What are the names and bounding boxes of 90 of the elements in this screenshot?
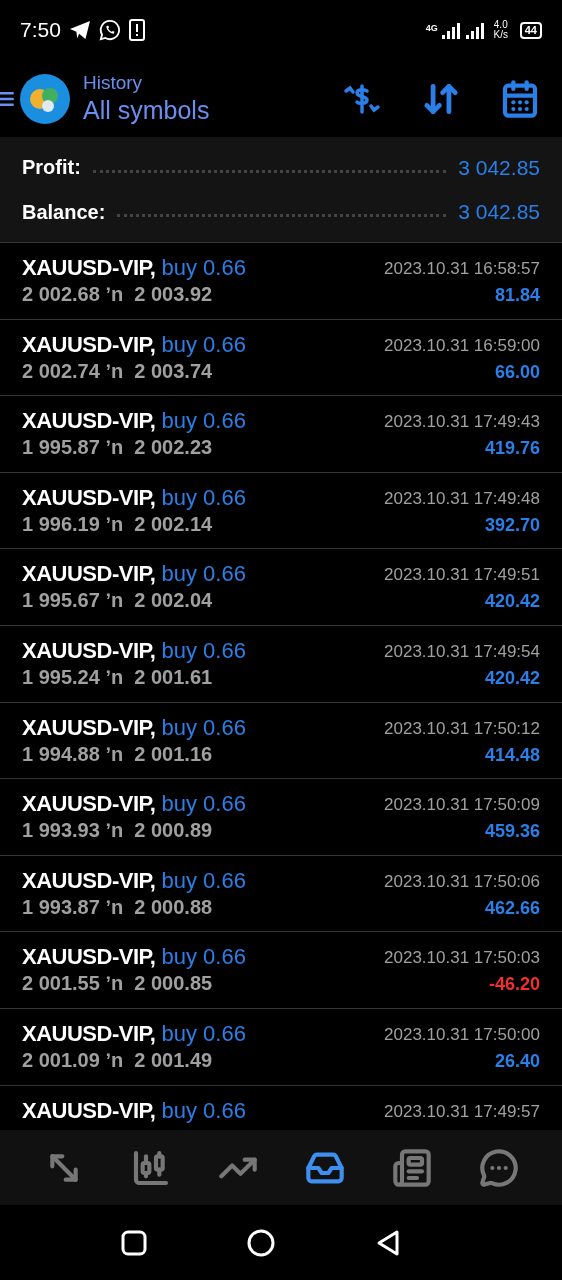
- deal-prices: 1 993.93 ʼn 2 000.89: [22, 818, 214, 844]
- calendar-icon[interactable]: [500, 78, 540, 119]
- deal-profit: 420.42: [484, 666, 540, 690]
- deal-prices: 2 002.74 ʼn 2 003.74: [22, 358, 214, 384]
- deal-row[interactable]: XAUUSD-VIP, buy 0.66 1 995.24 ʼn 2 001.61 2023.10.31 17:49:54 420.42: [0, 625, 562, 703]
- deal-time: 2023.10.31 17:49:51: [384, 564, 540, 587]
- deal-type: buy 0.66: [161, 331, 246, 358]
- deal-type: buy 0.66: [161, 944, 246, 971]
- deal-type: buy 0.66: [161, 637, 246, 664]
- deal-row[interactable]: XAUUSD-VIP, buy 0.66 1 995.87 ʼn 2 002.23 2023.10.31 17:49:43 419.76: [0, 396, 562, 473]
- deal-row[interactable]: XAUUSD-VIP, buy 0.66 1 995.67 ʼn 2 002.04 2023.10.31 17:49:51 420.42: [0, 549, 562, 626]
- deal-prices: 1 995.24 ʼn 2 001.61: [22, 664, 214, 690]
- network-speed: 4.0 K/s: [492, 20, 509, 40]
- deal-row[interactable]: XAUUSD-VIP, buy 0.66 1 994.88 ʼn 2 001.16 2023.10.31 17:50:12 414.48: [0, 702, 562, 780]
- symbol-text: XAUUSD-VIP,: [22, 561, 156, 588]
- deal-row[interactable]: XAUUSD-VIP, buy 0.66 2 002.74 ʼn 2 003.74 2023.10.31 16:59:00 66.00: [0, 319, 562, 397]
- screen-subtitle: All symbols: [83, 94, 210, 126]
- deal-row[interactable]: XAUUSD-VIP, buy 0.66 2 002.68 ʼn 2 003.92 2023.10.31 16:58:57 81.84: [0, 243, 562, 320]
- clock: 7:50: [20, 17, 61, 44]
- app-logo-icon: [20, 73, 70, 124]
- deal-prices: 1 994.88 ʼn 2 001.16: [22, 741, 214, 767]
- deal-profit: 459.36: [484, 820, 540, 844]
- deal-time: 2023.10.31 17:49:48: [384, 487, 540, 510]
- deal-type: buy 0.66: [161, 255, 246, 281]
- deal-time: 2023.10.31 16:58:57: [384, 258, 540, 280]
- back-icon[interactable]: [375, 1228, 401, 1257]
- deal-row[interactable]: XAUUSD-VIP, buy 0.66 2 001.55 ʼn 2 000.85 2023.10.31 17:50:03 -46.20: [0, 932, 562, 1009]
- deal-profit: 414.48: [484, 743, 540, 767]
- deal-profit: 419.76: [484, 437, 540, 461]
- summary-label: Profit:: [22, 155, 81, 181]
- phone-alert-icon: [128, 19, 145, 41]
- deal-time: 2023.10.31 17:50:12: [384, 717, 540, 740]
- home-icon[interactable]: [247, 1228, 275, 1257]
- deal-type: buy 0.66: [161, 1020, 246, 1047]
- deal-time: 2023.10.31 17:50:09: [384, 794, 540, 817]
- symbol-text: XAUUSD-VIP,: [22, 408, 156, 435]
- deal-prices: 1 995.87 ʼn 2 002.23: [22, 435, 214, 461]
- deal-prices: 2 001.09 ʼn 2 001.49: [22, 1047, 214, 1073]
- deal-time: 2023.10.31 17:49:54: [384, 640, 540, 663]
- deal-time: 2023.10.31 17:50:06: [384, 870, 540, 893]
- symbol-text: XAUUSD-VIP,: [22, 1020, 156, 1047]
- battery-indicator: 44: [519, 21, 542, 39]
- symbol-text: XAUUSD-VIP,: [22, 255, 156, 281]
- deal-prices: 1 996.19 ʼn 2 002.14: [22, 511, 214, 537]
- signal-icon: [441, 21, 486, 39]
- deal-profit: 26.40: [494, 1049, 540, 1073]
- deal-profit: 392.70: [484, 513, 540, 537]
- deal-type: buy 0.66: [161, 791, 246, 818]
- deal-time: 2023.10.31 17:50:00: [384, 1023, 540, 1046]
- paper-plane-icon: [68, 20, 91, 40]
- deal-row[interactable]: XAUUSD-VIP, buy 0.66 1 993.87 ʼn 2 000.88 2023.10.31 17:50:06 462.66: [0, 855, 562, 933]
- deal-row[interactable]: XAUUSD-VIP, buy 0.66 1 996.19 ʼn 2 002.14 2023.10.31 17:49:48 392.70: [0, 472, 562, 550]
- symbol-text: XAUUSD-VIP,: [22, 791, 156, 818]
- symbol-text: XAUUSD-VIP,: [22, 1097, 156, 1124]
- symbol-text: XAUUSD-VIP,: [22, 944, 156, 971]
- deal-row[interactable]: XAUUSD-VIP, buy 0.66 2 001.09 ʼn 2 001.49 2023.10.31 17:50:00 26.40: [0, 1008, 562, 1086]
- symbol-text: XAUUSD-VIP,: [22, 637, 156, 664]
- deal-profit: 420.42: [484, 590, 540, 614]
- recents-icon[interactable]: [121, 1229, 147, 1256]
- screen-title: History: [83, 71, 144, 94]
- symbol-text: XAUUSD-VIP,: [22, 331, 156, 358]
- deal-time: 2023.10.31 17:49:43: [384, 411, 540, 434]
- deal-time: 2023.10.31 17:49:57: [384, 1100, 540, 1123]
- newspaper-icon[interactable]: [391, 1147, 432, 1188]
- deal-profit: 81.84: [494, 284, 540, 307]
- deal-type: buy 0.66: [161, 484, 246, 511]
- summary-label: Balance:: [22, 199, 106, 225]
- deal-prices: 2 002.68 ʼn 2 003.92: [22, 282, 214, 307]
- deal-profit: 66.00: [494, 360, 540, 384]
- summary-value: 3 042.85: [458, 154, 540, 181]
- deal-row[interactable]: XAUUSD-VIP, buy 0.66 1 993.93 ʼn 2 000.89 2023.10.31 17:50:09 459.36: [0, 779, 562, 856]
- deal-prices: 1 993.87 ʼn 2 000.88: [22, 894, 214, 920]
- symbol-text: XAUUSD-VIP,: [22, 867, 156, 894]
- symbol-text: XAUUSD-VIP,: [22, 484, 156, 511]
- deal-time: 2023.10.31 17:50:03: [384, 947, 540, 970]
- deal-type: buy 0.66: [161, 714, 246, 741]
- phone-bubble-icon: [98, 19, 121, 41]
- summary-value: 3 042.85: [458, 199, 540, 225]
- deal-profit: -46.20: [488, 973, 540, 997]
- deal-profit: 462.66: [484, 896, 540, 920]
- deal-time: 2023.10.31 16:59:00: [384, 334, 540, 357]
- symbol-text: XAUUSD-VIP,: [22, 714, 156, 741]
- network-type: 4G: [425, 24, 438, 33]
- deal-prices: 2 001.55 ʼn 2 000.85: [22, 971, 214, 997]
- deal-prices: 1 995.67 ʼn 2 002.04: [22, 588, 214, 614]
- deal-type: buy 0.66: [161, 561, 246, 588]
- deal-type: buy 0.66: [161, 408, 246, 435]
- deal-type: buy 0.66: [161, 1097, 246, 1124]
- deal-type: buy 0.66: [161, 867, 246, 894]
- chat-bubble-icon[interactable]: [478, 1147, 519, 1188]
